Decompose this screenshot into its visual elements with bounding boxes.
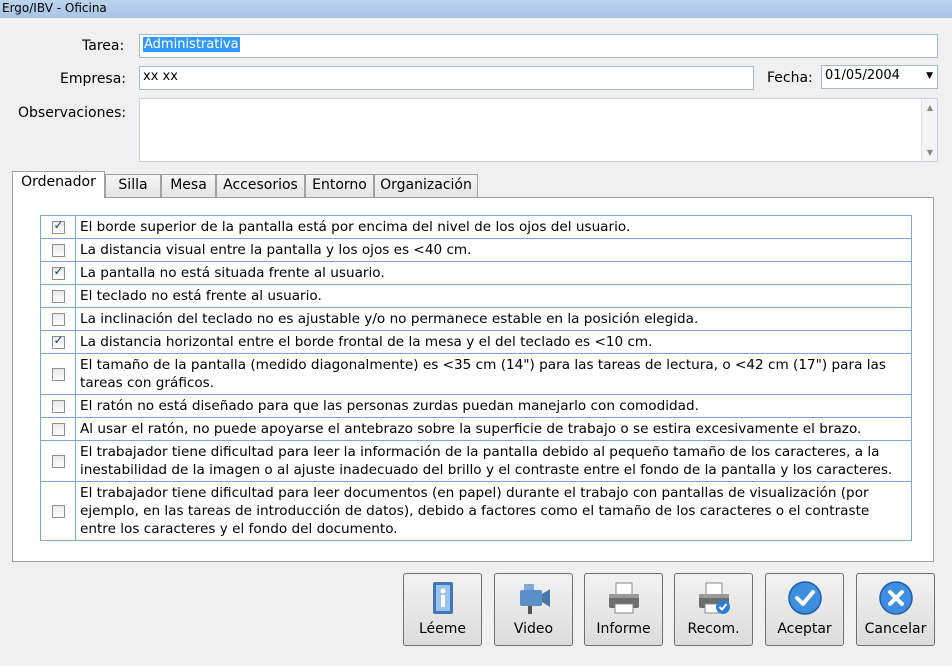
informe-button[interactable]: Informe — [584, 573, 663, 646]
observaciones-textarea[interactable]: ▲ ▼ — [139, 98, 938, 162]
checklist-checkbox[interactable] — [51, 399, 65, 413]
checklist-row: El tamaño de la pantalla (medido diagona… — [40, 353, 912, 395]
checklist-row: El teclado no está frente al usuario. — [40, 284, 912, 308]
cancel-x-icon — [878, 581, 913, 615]
fecha-label: Fecha: — [767, 70, 813, 86]
checklist-item-text: La distancia visual entre la pantalla y … — [75, 238, 912, 262]
tarea-value: Administrativa — [143, 37, 240, 52]
video-camera-icon — [519, 584, 550, 614]
checklist-checkbox[interactable] — [51, 504, 65, 518]
checklist-row: El trabajador tiene dificultad para leer… — [40, 481, 912, 541]
checklist-checkbox[interactable] — [51, 454, 65, 468]
checklist-item-text: El borde superior de la pantalla está po… — [75, 215, 912, 239]
checklist-row: Al usar el ratón, no puede apoyarse el a… — [40, 417, 912, 441]
checklist-checkbox[interactable]: ✓ — [51, 263, 65, 280]
tab-silla[interactable]: Silla — [105, 174, 161, 197]
informe-label: Informe — [596, 621, 651, 637]
tab-ordenador[interactable]: Ordenador — [12, 171, 105, 198]
fecha-date-picker[interactable]: 01/05/2004 ▼ — [821, 65, 938, 89]
printer-check-icon — [698, 582, 730, 614]
checklist-checkbox[interactable] — [51, 243, 65, 257]
cancelar-label: Cancelar — [864, 621, 927, 637]
checklist-checkbox[interactable] — [51, 312, 65, 326]
checklist-checkbox-cell — [40, 481, 76, 541]
tab-panel-ordenador: ✓ El borde superior de la pantalla está p… — [12, 197, 934, 562]
checklist-row: ✓ La pantalla no está situada frente al u… — [40, 261, 912, 285]
checklist-checkbox-cell: ✓ — [40, 330, 76, 354]
checklist-item-text: El trabajador tiene dificultad para leer… — [75, 440, 912, 482]
tab-accesorios[interactable]: Accesorios — [216, 174, 305, 197]
tarea-field[interactable]: Administrativa — [139, 34, 938, 58]
leeme-label: Léeme — [418, 621, 467, 637]
aceptar-button[interactable]: Aceptar — [765, 573, 844, 646]
checklist-checkbox-cell — [40, 307, 76, 331]
tab-mesa[interactable]: Mesa — [161, 174, 216, 197]
checklist-row: La distancia visual entre la pantalla y … — [40, 238, 912, 262]
checklist-item-text: La pantalla no está situada frente al us… — [75, 261, 912, 285]
checklist-checkbox[interactable] — [51, 367, 65, 381]
leeme-button[interactable]: Léeme — [403, 573, 482, 646]
scroll-up-icon[interactable]: ▲ — [922, 103, 938, 112]
fecha-value: 01/05/2004 — [825, 68, 900, 83]
observaciones-label: Observaciones: — [18, 105, 127, 121]
dropdown-arrow-icon[interactable]: ▼ — [926, 66, 933, 86]
accept-check-icon — [787, 581, 822, 615]
checklist-checkbox[interactable] — [51, 422, 65, 436]
checkmark-icon: ✓ — [53, 217, 64, 232]
video-button[interactable]: Video — [494, 573, 573, 646]
checklist-item-text: El trabajador tiene dificultad para leer… — [75, 481, 912, 541]
tab-entorno[interactable]: Entorno — [305, 174, 374, 197]
checklist-item-text: La distancia horizontal entre el borde f… — [75, 330, 912, 354]
recom-button[interactable]: Recom. — [674, 573, 753, 646]
checklist-item-text: El tamaño de la pantalla (medido diagona… — [75, 353, 912, 395]
checklist-row: ✓ La distancia horizontal entre el borde … — [40, 330, 912, 354]
window-title: Ergo/IBV - Oficina — [0, 0, 952, 18]
cancelar-button[interactable]: Cancelar — [856, 573, 935, 646]
checklist-checkbox-cell — [40, 440, 76, 482]
checklist-item-text: El ratón no está diseñado para que las p… — [75, 394, 912, 418]
checklist-table: ✓ El borde superior de la pantalla está p… — [40, 215, 912, 541]
empresa-label: Empresa: — [60, 71, 127, 87]
checklist-item-text: El teclado no está frente al usuario. — [75, 284, 912, 308]
checklist-row: El ratón no está diseñado para que las p… — [40, 394, 912, 418]
recom-label: Recom. — [687, 621, 740, 637]
checklist-checkbox-cell — [40, 394, 76, 418]
tab-organizacion[interactable]: Organización — [374, 174, 478, 197]
checklist-checkbox-cell — [40, 353, 76, 395]
observaciones-scrollbar[interactable]: ▲ ▼ — [921, 99, 937, 161]
checklist-row: La inclinación del teclado no es ajustab… — [40, 307, 912, 331]
empresa-field[interactable]: xx xx — [139, 66, 754, 90]
printer-icon — [608, 582, 639, 614]
video-label: Video — [513, 621, 554, 637]
checklist-checkbox-cell — [40, 417, 76, 441]
tarea-label: Tarea: — [82, 38, 125, 54]
checklist-checkbox[interactable]: ✓ — [51, 217, 65, 234]
checkmark-icon: ✓ — [53, 332, 64, 347]
checklist-item-text: Al usar el ratón, no puede apoyarse el a… — [75, 417, 912, 441]
checklist-checkbox-cell — [40, 238, 76, 262]
checklist-row: El trabajador tiene dificultad para leer… — [40, 440, 912, 482]
scroll-down-icon[interactable]: ▼ — [922, 148, 938, 157]
checklist-checkbox-cell: ✓ — [40, 261, 76, 285]
aceptar-label: Aceptar — [777, 621, 832, 637]
checklist-checkbox-cell: ✓ — [40, 215, 76, 239]
checklist-checkbox[interactable]: ✓ — [51, 332, 65, 349]
checklist-checkbox-cell — [40, 284, 76, 308]
readme-icon — [432, 582, 453, 614]
checklist-row: ✓ El borde superior de la pantalla está p… — [40, 215, 912, 239]
checkmark-icon: ✓ — [53, 263, 64, 278]
checklist-checkbox[interactable] — [51, 289, 65, 303]
checklist-item-text: La inclinación del teclado no es ajustab… — [75, 307, 912, 331]
